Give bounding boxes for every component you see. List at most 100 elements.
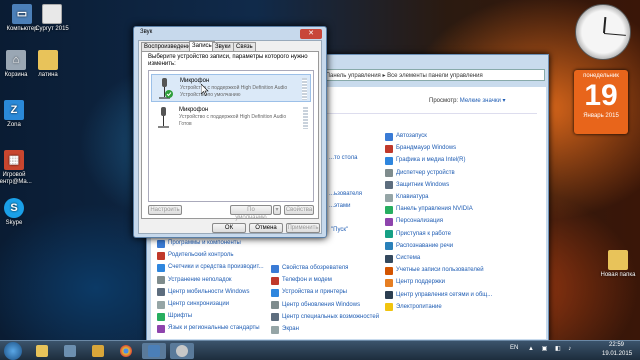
control-panel-item[interactable]: ...то стола [329,153,357,164]
control-panel-item[interactable]: Клавиатура [385,192,429,203]
control-panel-item-label: Устранение неполадок [168,276,232,283]
set-default-button[interactable]: По умолчанию [230,205,272,221]
sound-dialog[interactable]: Звук ✕ Воспроизведение Запись Звуки Связ… [133,26,327,238]
control-panel-item-label: Защитник Windows [396,181,450,188]
control-panel-item-icon [385,169,393,178]
desktop-icon-latina[interactable]: латина [26,50,70,79]
control-panel-item-icon [271,288,279,297]
control-panel-icon [148,345,160,357]
tab-communications[interactable]: Связь [233,42,256,51]
control-panel-item[interactable]: Программы и компоненты [157,238,241,249]
game-center-icon: ▦ [4,150,24,170]
clock-time[interactable]: 22:59 [609,342,624,348]
taskbar-sound[interactable] [170,343,194,359]
control-panel-item[interactable]: Центр специальных возможностей [271,312,379,323]
control-panel-item-label: Клавиатура [396,194,429,200]
desktop-icon-zona[interactable]: Z Zona [0,100,36,129]
control-panel-item[interactable]: Шрифты [157,311,192,322]
close-button[interactable]: ✕ [300,29,322,39]
ok-button[interactable]: ОК [212,223,246,233]
control-panel-item-icon [385,230,393,239]
control-panel-item[interactable]: Телефон и модем [271,275,332,286]
control-panel-item[interactable]: Свойства обозревателя [271,263,348,274]
control-panel-item[interactable]: Центр поддержки [385,277,445,288]
control-panel-item-label: Экран [282,326,299,332]
control-panel-item-label: Язык и региональные стандарты [168,325,260,332]
clock-gadget[interactable] [575,4,631,60]
control-panel-item-icon [157,312,165,321]
language-indicator[interactable]: EN [510,345,518,351]
control-panel-item-icon [385,217,393,226]
cancel-button[interactable]: Отмена [249,223,283,233]
device-status: Готов [179,121,192,127]
control-panel-item-icon [271,313,279,322]
folder-icon [38,50,58,70]
control-panel-item-label: Центр синхронизации [168,301,230,307]
control-panel-item[interactable]: Центр обновления Windows [271,300,360,311]
control-panel-item[interactable]: Распознавание речи [385,241,453,252]
control-panel-item[interactable]: Электропитание [385,302,442,313]
taskbar-chrome[interactable] [114,343,138,359]
calendar-gadget[interactable]: понедельник 19 Январь 2015 [574,70,628,134]
control-panel-item[interactable]: Панель управления NVIDIA [385,204,473,215]
control-panel-item[interactable]: Экран [271,324,299,335]
control-panel-item-label: Центр обновления Windows [282,301,361,308]
control-panel-item-label: Приступая к работе [396,230,451,237]
level-meter [302,78,307,100]
view-selector[interactable]: Просмотр: Мелкие значки ▾ [429,97,506,104]
control-panel-item[interactable]: Счетчики и средства производит... [157,262,264,273]
taskbar-control-panel[interactable] [142,343,166,359]
control-panel-item[interactable]: Автозапуск [385,131,427,142]
control-panel-item[interactable]: Учетные записи пользователей [385,265,484,276]
control-panel-item[interactable]: Устранение неполадок [157,275,232,286]
control-panel-item-label: Центр поддержки [396,279,445,286]
taskbar-explorer[interactable] [30,343,54,359]
control-panel-item[interactable]: Система [385,253,420,264]
dialog-content: Воспроизведение Запись Звуки Связь Выбер… [138,40,322,234]
control-panel-item[interactable]: Персонализация [385,216,443,227]
recording-panel: Выберите устройство записи, параметры ко… [141,51,319,221]
control-panel-item[interactable]: Центр синхронизации [157,299,229,310]
control-panel-item[interactable]: Брандмауэр Windows [385,143,456,154]
start-button[interactable] [4,342,22,360]
control-panel-item-label: Шрифты [168,313,193,320]
control-panel-item[interactable]: ...этами [329,201,350,212]
control-panel-item[interactable]: Приступая к работе [385,229,451,240]
control-panel-item[interactable]: Родительский контроль [157,250,234,261]
control-panel-item[interactable]: Центр управления сетями и общ... [385,290,492,301]
device-list[interactable]: Микрофон Устройство с поддержкой High De… [148,70,314,202]
control-panel-item-icon [157,324,165,333]
device-item[interactable]: Микрофон Устройство с поддержкой High De… [151,104,311,132]
control-panel-item[interactable]: Язык и региональные стандарты [157,323,260,334]
clock-date[interactable]: 19.01.2015 [602,351,632,357]
view-value[interactable]: Мелкие значки ▾ [460,98,506,104]
control-panel-item[interactable]: "Пуск" [331,225,348,236]
taskbar-media[interactable] [58,343,82,359]
apply-button[interactable]: Применить [286,223,320,233]
taskbar-folder[interactable] [86,343,110,359]
control-panel-item-label: Учетные записи пользователей [396,267,484,274]
control-panel-item[interactable]: ...ьзователя [329,189,362,200]
control-panel-item-label: Брандмауэр Windows [396,145,457,152]
desktop-icon-skype[interactable]: S Skype [0,198,36,227]
recycle-bin-icon: ⌂ [6,50,26,70]
control-panel-item[interactable]: Диспетчер устройств [385,168,455,179]
configure-button[interactable]: Настроить [148,205,182,215]
tab-recording[interactable]: Запись [189,41,215,51]
control-panel-item[interactable]: Графика и медиа Intel(R) [385,155,466,166]
taskbar: EN ▲ ▣ ◧ ♪ 22:59 19.01.2015 [0,340,640,360]
desktop-icon-game-center[interactable]: ▦ Игровой центр@Ma... [0,150,36,186]
tray-icons[interactable]: ▲ ▣ ◧ ♪ [528,345,574,352]
control-panel-item[interactable]: Устройства и принтеры [271,287,347,298]
set-default-dropdown[interactable]: ▾ [273,205,281,215]
control-panel-item[interactable]: Центр мобильности Windows [157,287,249,298]
control-panel-item-icon [385,242,393,251]
tab-sounds[interactable]: Звуки [212,42,234,51]
properties-button[interactable]: Свойства [284,205,314,215]
desktop-icon-new-folder[interactable]: Новая папка [596,250,640,279]
device-item[interactable]: Микрофон Устройство с поддержкой High De… [151,74,311,102]
control-panel-item-label: Панель управления NVIDIA [396,206,473,213]
control-panel-item[interactable]: Защитник Windows [385,180,449,191]
address-bar[interactable]: ▸ Панель управления ▸ Все элементы панел… [317,69,545,81]
desktop-icon-surgut[interactable]: Сургут 2015 [30,4,74,33]
